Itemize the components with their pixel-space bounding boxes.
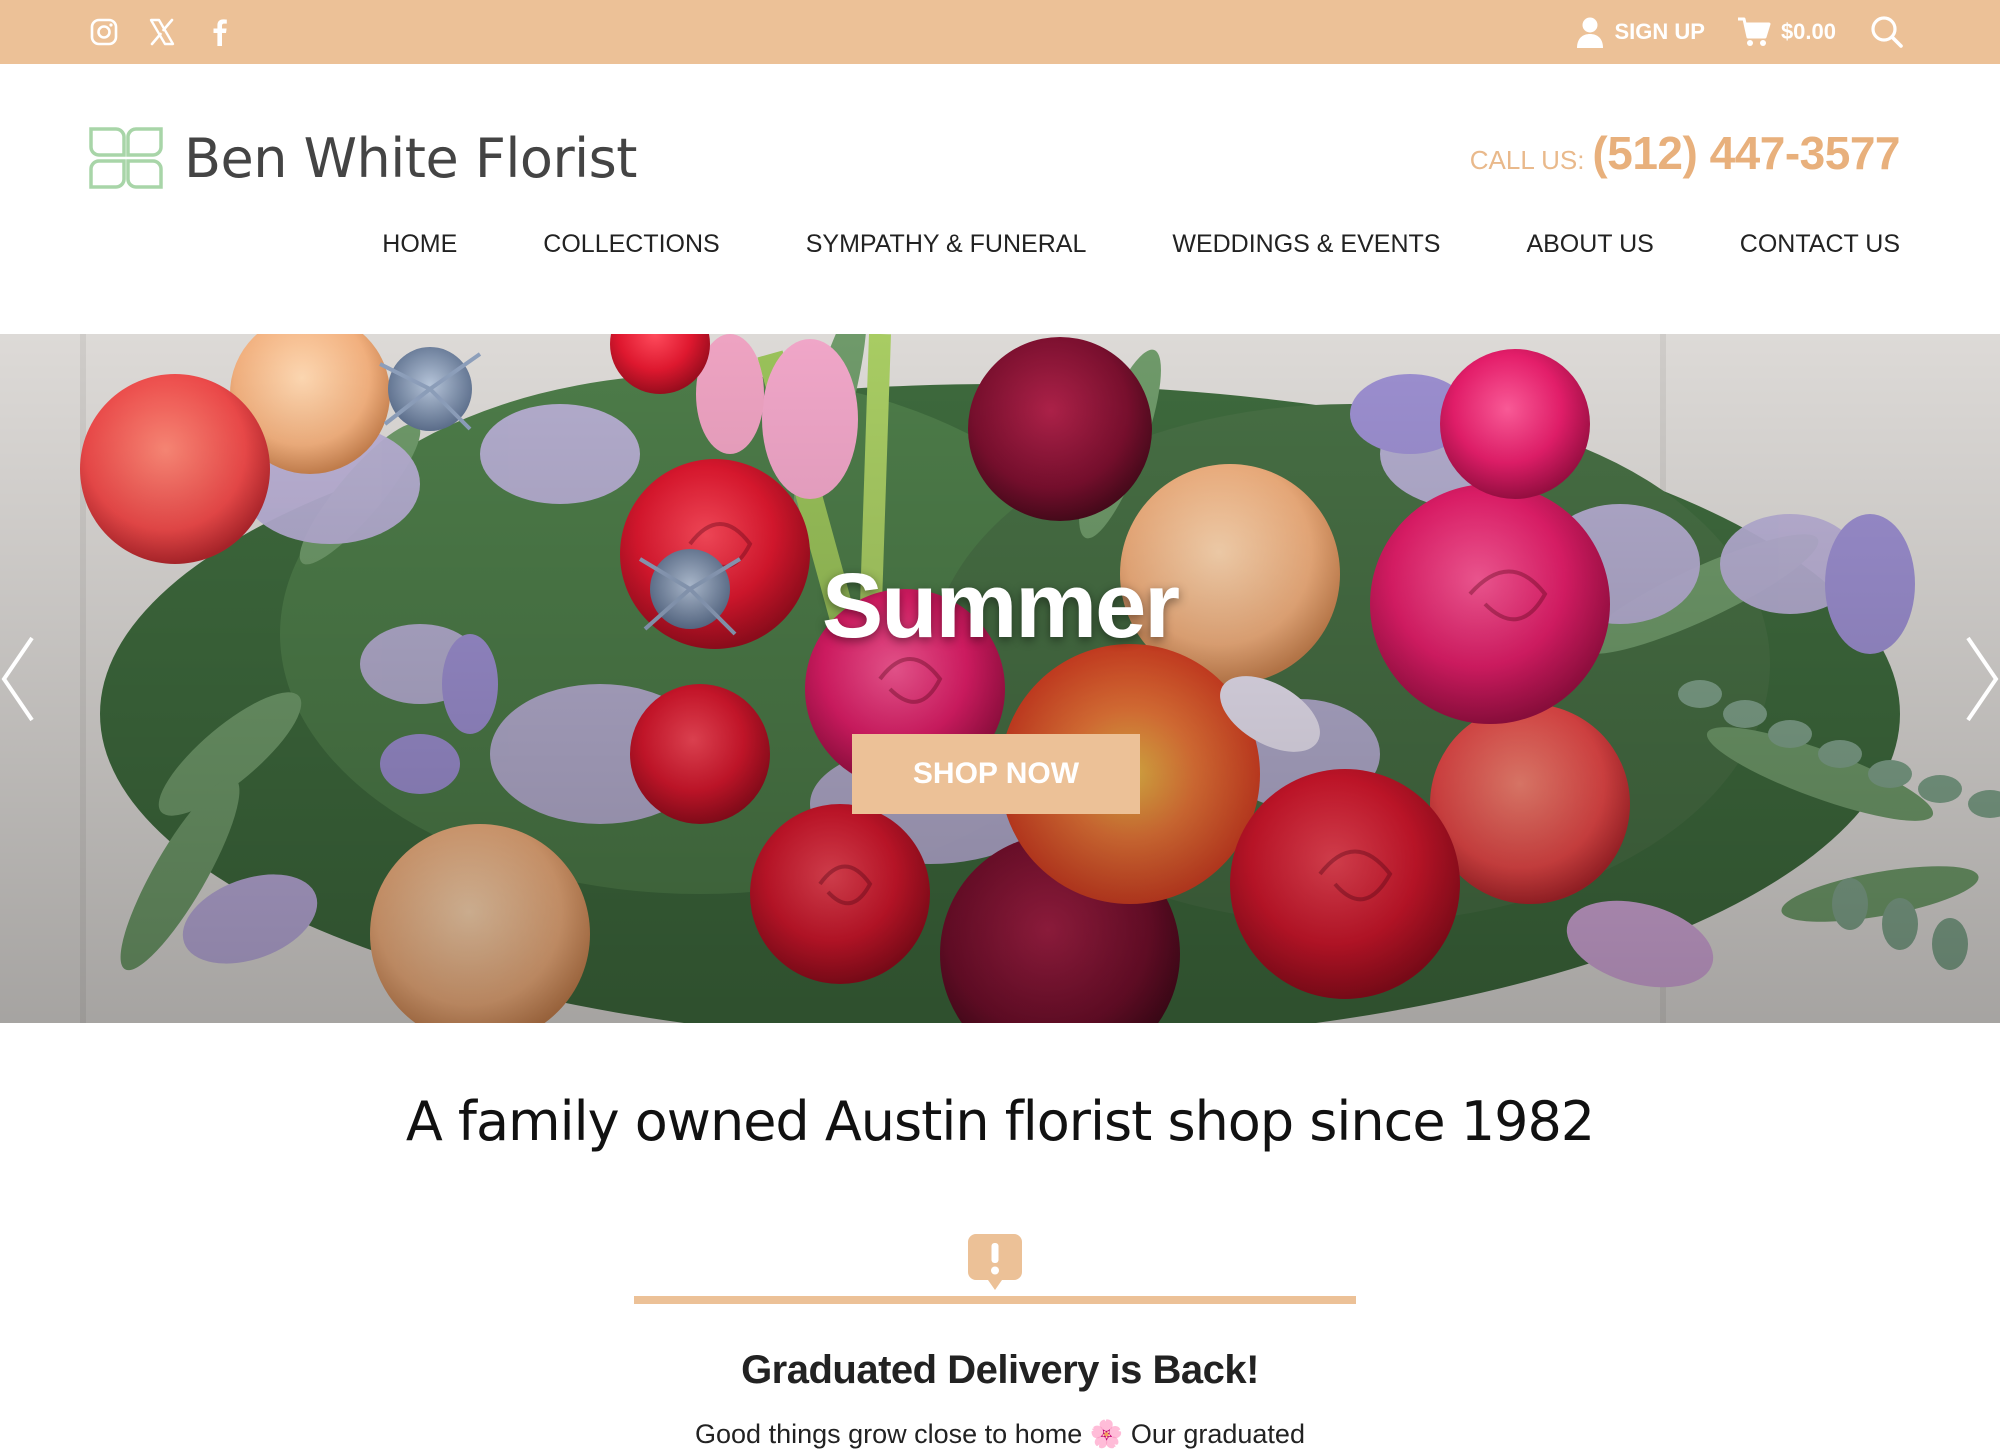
notice-text: Good things grow close to home 🌸 Our gra… <box>695 1419 1305 1449</box>
cart-link[interactable]: $0.00 <box>1737 16 1836 48</box>
hero-title: Summer <box>821 555 1180 657</box>
x-icon[interactable] <box>146 16 178 48</box>
facebook-icon[interactable] <box>204 16 236 48</box>
nav-item-sympathy-funeral[interactable]: SYMPATHY & FUNERAL <box>806 230 1087 259</box>
shop-now-button[interactable]: SHOP NOW <box>852 734 1140 814</box>
notice-divider <box>634 1296 1356 1304</box>
search-icon[interactable] <box>1870 15 1904 49</box>
shop-tagline: A family owned Austin florist shop since… <box>405 1090 1595 1153</box>
call-us-label: CALL US: <box>1469 145 1585 175</box>
cart-icon <box>1737 17 1771 46</box>
leaf-grid-icon <box>89 127 163 189</box>
call-us: CALL US: (512) 447-3577 <box>1469 126 1901 180</box>
account-cart-search: SIGN UP $0.00 <box>1576 0 1904 64</box>
sign-up-link[interactable]: SIGN UP <box>1576 16 1705 48</box>
instagram-icon[interactable] <box>88 16 120 48</box>
nav-item-weddings-events[interactable]: WEDDINGS & EVENTS <box>1172 230 1440 259</box>
notice-title: Graduated Delivery is Back! <box>741 1348 1259 1392</box>
nav-item-home[interactable]: HOME <box>382 230 457 259</box>
flower-bouquet-image <box>0 334 2000 1023</box>
nav-item-collections[interactable]: COLLECTIONS <box>543 230 719 259</box>
chevron-right-icon[interactable] <box>1960 634 2000 724</box>
logo-name: Ben White Florist <box>184 126 637 190</box>
alert-speech-bubble-icon <box>968 1234 1022 1290</box>
user-icon <box>1577 17 1604 48</box>
top-utility-bar: SIGN UP $0.00 <box>0 0 2000 64</box>
nav-item-contact-us[interactable]: CONTACT US <box>1740 230 1900 259</box>
main-navigation: HOME COLLECTIONS SYMPATHY & FUNERAL WEDD… <box>382 230 1900 259</box>
chevron-left-icon[interactable] <box>0 634 40 724</box>
phone-number-link[interactable]: (512) 447-3577 <box>1592 126 1900 180</box>
nav-item-about-us[interactable]: ABOUT US <box>1526 230 1653 259</box>
cart-total: $0.00 <box>1780 19 1836 44</box>
social-links <box>88 16 236 48</box>
site-logo[interactable]: Ben White Florist <box>88 126 637 190</box>
sign-up-label: SIGN UP <box>1614 19 1705 44</box>
hero-slider: Summer SHOP NOW <box>0 334 2000 1023</box>
